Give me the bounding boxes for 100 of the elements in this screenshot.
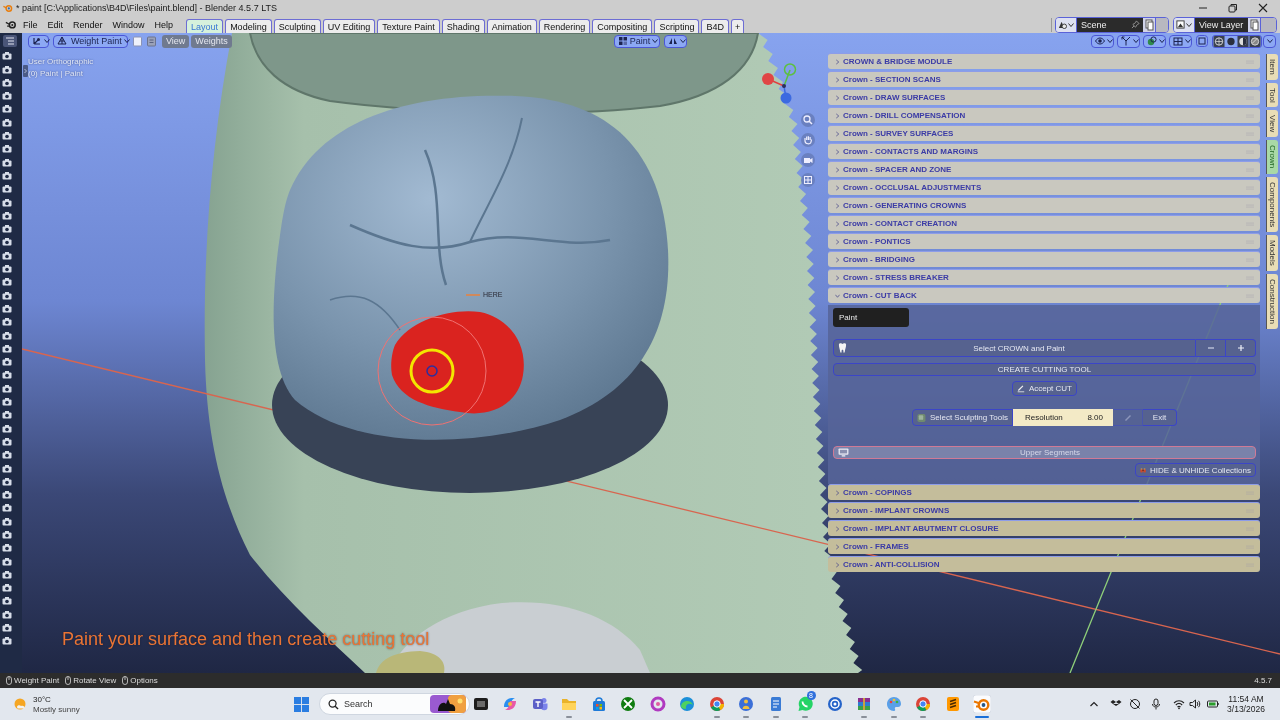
object-name-field[interactable]: Paint — [833, 308, 909, 327]
wave-icon[interactable] — [678, 695, 697, 713]
camera-icon[interactable] — [2, 132, 12, 141]
workspace-tab[interactable]: Layout — [186, 19, 224, 33]
camera-icon[interactable] — [2, 371, 12, 380]
hide-unhide-collections-button[interactable]: HIDE & UNHIDE Collections — [1135, 463, 1256, 477]
camera-icon[interactable] — [2, 211, 12, 220]
resolution-field[interactable]: Resolution 8.00 — [1013, 409, 1113, 426]
temperature[interactable]: 30°C — [33, 694, 80, 704]
rendered-shading-icon[interactable] — [1249, 35, 1261, 47]
panel-header[interactable]: Crown - SPACER AND ZONE — [828, 161, 1260, 177]
material-shading-icon[interactable] — [1237, 35, 1249, 47]
panel-header[interactable]: Crown - SURVEY SURFACES — [828, 125, 1260, 141]
camera-icon[interactable] — [2, 531, 12, 539]
solid-shading-icon[interactable] — [1225, 35, 1237, 47]
palette-icon[interactable] — [884, 695, 903, 713]
microphone-icon[interactable] — [1150, 698, 1162, 710]
camera-icon[interactable] — [2, 424, 12, 433]
camera-icon[interactable] — [2, 517, 12, 526]
page-icon[interactable] — [132, 35, 143, 47]
wireframe-shading-icon[interactable] — [1213, 35, 1225, 47]
workspace-tab[interactable]: Scripting — [654, 19, 700, 33]
list-toggle-icon[interactable] — [3, 35, 17, 47]
camera-icon[interactable] — [2, 158, 12, 167]
panel-header[interactable]: Crown - IMPLANT CROWNS — [828, 502, 1260, 518]
panel-header[interactable]: Crown - FRAMES — [828, 538, 1260, 554]
accept-cut-button[interactable]: Accept CUT — [1012, 381, 1077, 396]
clock-time[interactable]: 11:54 AM — [1228, 694, 1264, 704]
select-crown-button[interactable]: Select CROWN and Paint — [833, 339, 1196, 357]
copy-icon[interactable] — [1248, 17, 1260, 32]
camera-icon[interactable] — [2, 544, 12, 553]
workspace-tab[interactable]: Shading — [441, 19, 485, 33]
camera-icon[interactable] — [2, 358, 12, 367]
camera-icon[interactable] — [2, 198, 12, 207]
camera-icon[interactable] — [2, 584, 12, 593]
sidebar-tab[interactable]: Models — [1266, 234, 1278, 271]
slashed-circle-icon[interactable] — [1129, 698, 1141, 710]
browser-icon[interactable] — [914, 695, 933, 713]
workspace-tab[interactable]: B4D — [701, 19, 729, 33]
ring-icon[interactable] — [648, 695, 667, 713]
clock-date[interactable]: 3/13/2026 — [1227, 704, 1265, 714]
grid-icon[interactable] — [801, 173, 815, 187]
camera-icon[interactable] — [2, 225, 12, 234]
camera-icon[interactable] — [2, 238, 12, 247]
camera-icon[interactable] — [2, 504, 12, 513]
camera-icon[interactable] — [2, 398, 12, 406]
camera-icon[interactable] — [2, 304, 12, 313]
panel-header[interactable]: Crown - PONTICS — [828, 233, 1260, 249]
zoom-icon[interactable] — [801, 113, 815, 127]
exit-button[interactable]: Exit — [1143, 409, 1177, 426]
camera-icon[interactable] — [2, 491, 12, 500]
camera-icon[interactable] — [2, 265, 12, 274]
panel-header[interactable]: Crown - OCCLUSAL ADJUSTMENTS — [828, 179, 1260, 195]
panel-header[interactable]: Crown - IMPLANT ABUTMENT CLOSURE — [828, 520, 1260, 536]
orbit-icon[interactable] — [973, 695, 992, 713]
panel-header[interactable]: Crown - STRESS BREAKER — [828, 269, 1260, 285]
camera-icon[interactable] — [2, 318, 12, 327]
sidebar-tab[interactable]: Components — [1266, 176, 1278, 232]
speaker-icon[interactable] — [1189, 698, 1201, 710]
figure-icon[interactable] — [737, 695, 756, 713]
browser-icon[interactable] — [707, 695, 726, 713]
logo-icon[interactable] — [5, 19, 17, 30]
pin-icon[interactable] — [1131, 20, 1140, 29]
sidebar-tab[interactable]: Construction — [1266, 273, 1278, 329]
scene-field[interactable]: Scene — [1077, 17, 1143, 32]
workspace-tab[interactable]: Sculpting — [273, 19, 321, 33]
menu-item[interactable]: Help — [154, 19, 174, 30]
create-cutting-tool-button[interactable]: CREATE CUTTING TOOL — [833, 363, 1256, 376]
workspace-tab[interactable]: Rendering — [538, 19, 591, 33]
menu-item[interactable]: File — [23, 19, 38, 30]
camera-icon[interactable] — [2, 597, 12, 606]
scene-browse-button[interactable] — [1056, 17, 1077, 32]
workspace-tab[interactable]: Compositing — [592, 19, 653, 33]
sidebar-tab[interactable]: View — [1266, 110, 1278, 138]
panel-header[interactable]: Crown - CUT BACK — [828, 287, 1260, 303]
workspace-tab[interactable]: Animation — [486, 19, 537, 33]
camera-icon[interactable] — [2, 291, 12, 300]
panel-header[interactable]: CROWN & BRIDGE MODULE — [828, 53, 1260, 69]
camera-icon[interactable] — [2, 251, 12, 260]
people-icon[interactable] — [530, 695, 549, 713]
camera-icon[interactable] — [2, 451, 12, 460]
camera-icon[interactable] — [2, 464, 12, 473]
disc-icon[interactable] — [825, 695, 844, 713]
camera-icon[interactable] — [2, 411, 12, 420]
add-button[interactable] — [1226, 339, 1256, 357]
pill-button[interactable] — [1155, 17, 1168, 32]
camera-icon[interactable] — [2, 92, 12, 101]
panel-header[interactable]: Crown - DRILL COMPENSATION — [828, 107, 1260, 123]
panel-header[interactable]: Crown - BRIDGING — [828, 251, 1260, 267]
camera-icon[interactable] — [2, 331, 12, 340]
workspace-tab[interactable]: UV Editing — [322, 19, 376, 33]
panel-header[interactable]: Crown - COPINGS — [828, 484, 1260, 500]
start-icon[interactable] — [293, 696, 309, 712]
camera-icon[interactable] — [2, 610, 12, 619]
close-icon[interactable] — [1258, 3, 1268, 13]
sidebar-tab[interactable]: Item — [1266, 54, 1278, 80]
camera-icon[interactable] — [2, 637, 12, 646]
menu-item[interactable]: Edit — [47, 19, 64, 30]
video-camera-icon[interactable] — [801, 153, 815, 167]
workspace-tab[interactable]: Texture Paint — [377, 19, 440, 33]
